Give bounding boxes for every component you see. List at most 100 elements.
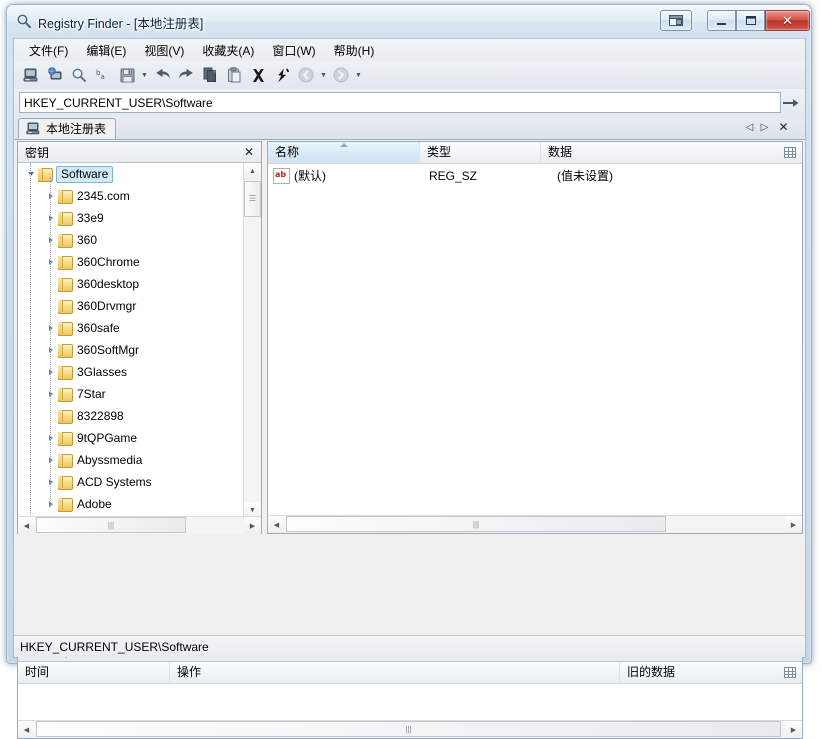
go-arrow-icon[interactable] [781, 92, 801, 113]
minimize-button[interactable] [707, 10, 736, 31]
back-icon[interactable] [294, 63, 318, 87]
folder-icon [57, 255, 73, 269]
folder-icon [57, 277, 73, 291]
column-time[interactable]: 时间 [18, 662, 170, 683]
undo-icon[interactable] [150, 63, 174, 87]
menu-file[interactable]: 文件(F) [20, 39, 77, 62]
grid-icon [784, 667, 796, 678]
close-button[interactable]: ✕ [765, 10, 810, 31]
redo-icon[interactable] [174, 63, 198, 87]
back-dropdown-arrow[interactable]: ▼ [318, 64, 329, 86]
search-icon[interactable] [67, 63, 91, 87]
tree-item-360safe[interactable]: 360safe [18, 317, 244, 339]
tree-item-label: ACD Systems [77, 475, 152, 489]
computer-icon[interactable] [19, 63, 43, 87]
tree-item-3glasses[interactable]: 3Glasses [18, 361, 244, 383]
history-scroll-right-button[interactable]: ▶ [785, 721, 802, 738]
tree-item-8322898[interactable]: ·8322898 [18, 405, 244, 427]
menu-window[interactable]: 窗口(W) [263, 39, 324, 62]
tree-item-33e9[interactable]: 33e9 [18, 207, 244, 229]
history-hscroll-thumb[interactable]: ||| [36, 721, 781, 737]
tree-item-360[interactable]: 360 [18, 229, 244, 251]
menu-edit[interactable]: 编辑(E) [77, 39, 135, 62]
copy-icon[interactable] [198, 63, 222, 87]
history-column-chooser-icon[interactable] [778, 662, 802, 683]
tree-scroll-right-button[interactable]: ▶ [244, 517, 261, 534]
tree-item-software[interactable]: Software [18, 163, 244, 185]
column-name-label: 名称 [275, 145, 299, 159]
tree-item-label: 360SoftMgr [77, 343, 139, 357]
toolbar: b a ▼ [14, 61, 805, 90]
history-horizontal-scrollbar[interactable]: ◀ ||| ▶ [18, 720, 802, 738]
menu-view[interactable]: 视图(V) [135, 39, 193, 62]
mdi-restore-button[interactable] [660, 10, 692, 31]
tree-connector-line [30, 163, 31, 515]
column-type-label: 类型 [427, 145, 451, 159]
tree-vertical-scrollbar[interactable]: ▲ ☰ ▼ [243, 163, 261, 519]
network-computer-icon[interactable] [43, 63, 67, 87]
folder-icon [57, 343, 73, 357]
forward-dropdown-arrow[interactable]: ▼ [353, 64, 364, 86]
tree-scroll-up-button[interactable]: ▲ [244, 163, 261, 180]
tab-prev-icon[interactable]: ◁ [742, 119, 757, 135]
registry-tree[interactable]: Software 2345.com 33e9360 360Chrome ·360desk… [18, 163, 261, 534]
tree-item-acd-systems[interactable]: ACD Systems [18, 471, 244, 493]
window-title: Registry Finder - [本地注册表] [38, 13, 203, 32]
values-hscroll-thumb[interactable]: ||| [286, 516, 666, 532]
paste-icon[interactable] [222, 63, 246, 87]
values-scroll-left-button[interactable]: ◀ [268, 516, 285, 533]
menu-help[interactable]: 帮助(H) [325, 39, 384, 62]
key-pane-close-icon[interactable]: ✕ [241, 144, 257, 160]
history-scroll-left-button[interactable]: ◀ [18, 721, 35, 738]
tree-item-label: 2345.com [77, 189, 130, 203]
tree-item-360chrome[interactable]: 360Chrome [18, 251, 244, 273]
folder-icon [57, 299, 73, 313]
tree-item-2345-com[interactable]: 2345.com [18, 185, 244, 207]
tree-item-adobe[interactable]: Adobe [18, 493, 244, 515]
column-old-data[interactable]: 旧的数据 [620, 662, 780, 683]
save-icon[interactable] [115, 63, 139, 87]
column-name[interactable]: 名称 [268, 142, 420, 163]
values-scroll-right-button[interactable]: ▶ [785, 516, 802, 533]
values-header: 名称 类型 数据 [268, 142, 802, 164]
address-input[interactable] [19, 92, 781, 113]
tree-item-360drvmgr[interactable]: ·360Drvmgr [18, 295, 244, 317]
column-data[interactable]: 数据 [541, 142, 778, 163]
tree-item-360desktop[interactable]: ·360desktop [18, 273, 244, 295]
sort-ascending-icon [340, 143, 348, 147]
tree-hscroll-thumb[interactable]: ||| [36, 517, 186, 533]
folder-icon [57, 409, 73, 423]
menu-favorites[interactable]: 收藏夹(A) [193, 39, 263, 62]
refresh-icon[interactable] [270, 63, 294, 87]
values-horizontal-scrollbar[interactable]: ◀ ||| ▶ [268, 515, 802, 533]
tab-local-registry[interactable]: 本地注册表 [18, 118, 116, 139]
tree-item-360softmgr[interactable]: 360SoftMgr [18, 339, 244, 361]
folder-icon [57, 189, 73, 203]
replace-icon[interactable]: b a [91, 63, 115, 87]
values-rows: (默认)REG_SZ(值未设置) [268, 164, 802, 516]
tree-horizontal-scrollbar[interactable]: ◀ ||| ▶ [18, 516, 261, 534]
maximize-button[interactable] [736, 10, 765, 31]
forward-icon[interactable] [329, 63, 353, 87]
folder-icon [57, 211, 73, 225]
column-chooser-icon[interactable] [778, 142, 802, 163]
column-operation[interactable]: 操作 [170, 662, 620, 683]
menu-bar: 文件(F) 编辑(E) 视图(V) 收藏夹(A) 窗口(W) 帮助(H) [14, 39, 805, 61]
tree-item-abyssmedia[interactable]: Abyssmedia [18, 449, 244, 471]
cell-name: (默认) [294, 167, 422, 184]
column-data-label: 数据 [548, 145, 572, 159]
scroll-grip: ||| [108, 521, 114, 530]
tab-close-icon[interactable]: ✕ [776, 119, 791, 135]
tree-scroll-left-button[interactable]: ◀ [18, 517, 35, 534]
tree-scroll-thumb[interactable]: ☰ [244, 181, 261, 217]
tab-next-icon[interactable]: ▷ [757, 119, 772, 135]
save-dropdown-arrow[interactable]: ▼ [139, 64, 150, 86]
table-row[interactable]: (默认)REG_SZ(值未设置) [268, 166, 802, 185]
grid-icon [784, 147, 796, 158]
scroll-grip: ||| [473, 520, 479, 529]
delete-icon[interactable] [246, 63, 270, 87]
column-type[interactable]: 类型 [420, 142, 541, 163]
tree-item-label: 360Chrome [77, 255, 140, 269]
tree-item-7star[interactable]: 7Star [18, 383, 244, 405]
tree-item-9tqpgame[interactable]: 9tQPGame [18, 427, 244, 449]
